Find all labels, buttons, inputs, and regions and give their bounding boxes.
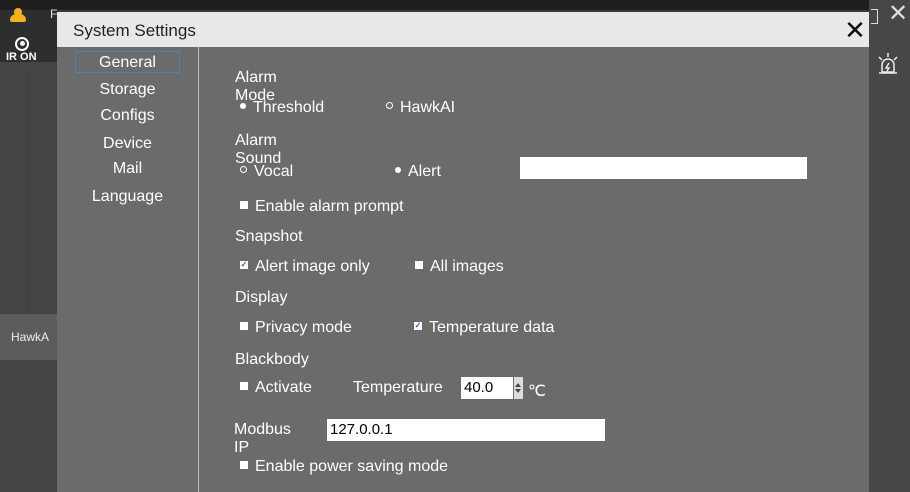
radio-selected-icon (240, 102, 246, 109)
alarm-sound-vocal-radio[interactable]: Vocal (240, 163, 293, 181)
activate-label: Activate (255, 379, 312, 396)
checkbox-unchecked-icon (240, 460, 248, 469)
temperature-spinner[interactable] (514, 377, 523, 399)
temperature-label: Temperature (353, 379, 443, 396)
alert-image-only-label: Alert image only (255, 258, 370, 275)
display-heading: Display (235, 289, 288, 306)
side-tab-label: HawkA (11, 330, 50, 344)
temperature-data-label: Temperature data (429, 319, 555, 336)
nav-item-language[interactable]: Language (75, 186, 180, 208)
modbus-ip-input[interactable]: 127.0.0.1 (327, 419, 605, 441)
app-side-tab[interactable]: HawkA (0, 314, 57, 360)
vocal-label: Vocal (254, 163, 294, 180)
privacy-mode-checkbox[interactable]: Privacy mode (240, 319, 352, 337)
blackbody-heading: Blackbody (235, 351, 309, 368)
all-images-label: All images (430, 258, 504, 275)
radio-unselected-icon (386, 102, 393, 110)
system-settings-dialog: System Settings ✕ General Storage Config… (57, 12, 869, 492)
hawkai-label: HawkAI (400, 99, 456, 116)
spin-up-icon[interactable] (515, 383, 521, 387)
close-button[interactable]: ✕ (842, 15, 868, 45)
alarm-mode-threshold-radio[interactable]: Threshold (240, 99, 324, 117)
modbus-ip-label: Modbus IP (234, 421, 291, 456)
power-saving-label: Enable power saving mode (255, 458, 449, 475)
enable-alarm-prompt-checkbox[interactable]: Enable alarm prompt (240, 198, 404, 216)
settings-nav: General Storage Configs Device Mail Lang… (57, 47, 198, 492)
checkbox-unchecked-icon (240, 381, 248, 390)
radio-unselected-icon (240, 166, 247, 174)
dialog-titlebar[interactable]: System Settings ✕ (57, 12, 869, 47)
power-saving-checkbox[interactable]: Enable power saving mode (240, 458, 448, 476)
threshold-label: Threshold (253, 99, 325, 116)
radio-selected-icon (395, 166, 401, 173)
all-images-checkbox[interactable]: All images (415, 258, 504, 276)
activate-checkbox[interactable]: Activate (240, 379, 312, 397)
user-icon[interactable] (9, 8, 27, 22)
ir-status-label[interactable]: IR ON (6, 51, 37, 63)
alarm-sound-file-field[interactable] (520, 157, 807, 179)
checkbox-checked-icon: ✓ (240, 259, 248, 269)
nav-item-device[interactable]: Device (75, 133, 180, 155)
temperature-data-checkbox[interactable]: ✓ Temperature data (414, 319, 554, 337)
checkbox-unchecked-icon (415, 260, 423, 269)
alarm-icon[interactable] (874, 50, 902, 78)
camera-icon[interactable] (15, 37, 29, 51)
checkbox-unchecked-icon (240, 321, 248, 330)
checkbox-unchecked-icon (240, 200, 248, 209)
divider (28, 72, 29, 312)
nav-separator (198, 47, 199, 492)
privacy-mode-label: Privacy mode (255, 319, 352, 336)
alert-label: Alert (408, 163, 441, 180)
alert-image-only-checkbox[interactable]: ✓ Alert image only (240, 258, 370, 276)
enable-alarm-prompt-label: Enable alarm prompt (255, 198, 404, 215)
spin-down-icon[interactable] (515, 389, 521, 393)
nav-item-configs[interactable]: Configs (75, 105, 180, 127)
temperature-input[interactable]: 40.0 (461, 377, 513, 399)
dialog-title: System Settings (73, 21, 196, 40)
nav-item-storage[interactable]: Storage (75, 79, 180, 101)
temperature-unit: ℃ (528, 383, 546, 400)
snapshot-heading: Snapshot (235, 228, 303, 245)
nav-item-mail[interactable]: Mail (75, 158, 180, 180)
app-close-icon[interactable]: ✕ (888, 0, 908, 28)
checkbox-checked-icon: ✓ (414, 320, 422, 330)
app-top-bar (0, 0, 910, 10)
nav-item-general[interactable]: General (75, 51, 180, 73)
alarm-mode-hawkai-radio[interactable]: HawkAI (386, 99, 455, 117)
alarm-sound-alert-radio[interactable]: Alert (395, 163, 441, 181)
window-restore-icon[interactable] (871, 9, 878, 24)
